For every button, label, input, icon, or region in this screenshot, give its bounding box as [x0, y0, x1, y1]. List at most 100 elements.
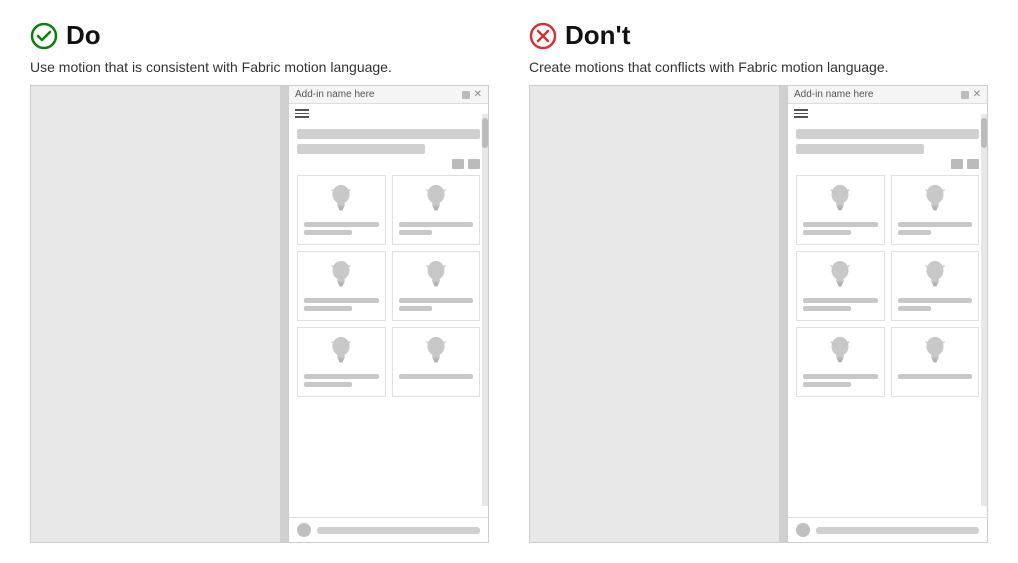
dont-card-2-line-2: [898, 230, 932, 235]
do-icon: [30, 22, 58, 50]
dont-card-1-line-1: [803, 222, 878, 227]
do-bottom-bar: [317, 527, 480, 534]
dont-card-5-line-2: [803, 382, 851, 387]
dont-menu-line-2: [794, 113, 808, 115]
do-card-1-line-2: [304, 230, 352, 235]
dont-bulb-icon-5: [826, 334, 854, 370]
dont-content-bar-2: [796, 144, 924, 154]
do-header: Do: [30, 20, 489, 51]
dont-card-4-lines: [898, 298, 973, 311]
dont-bulb-icon-2: [921, 182, 949, 218]
do-cards-grid: [297, 175, 480, 397]
dont-toolbar-row: [796, 159, 979, 169]
do-taskpane-title: Add-in name here: [295, 89, 375, 100]
dont-menu-line-1: [794, 109, 808, 111]
do-card-3: [297, 251, 386, 321]
do-ctrl-close: ✕: [474, 89, 482, 100]
dont-bulb-icon-1: [826, 182, 854, 218]
do-card-5-lines: [304, 374, 379, 387]
do-card-3-lines: [304, 298, 379, 311]
do-card-5-line-1: [304, 374, 379, 379]
do-card-1-lines: [304, 222, 379, 235]
dont-card-4-line-1: [898, 298, 973, 303]
dont-taskpane-scroll-thumb: [981, 118, 987, 148]
do-card-4-line-2: [399, 306, 433, 311]
do-bulb-icon-5: [327, 334, 355, 370]
do-bulb-icon-6: [422, 334, 450, 370]
dont-taskpane-content: [788, 123, 987, 518]
do-card-6-lines: [399, 374, 474, 379]
do-toolbar-row: [297, 159, 480, 169]
dont-card-6-line-1: [898, 374, 973, 379]
dont-content-bar-1: [796, 129, 979, 139]
dont-card-1-line-2: [803, 230, 851, 235]
main-panels: Do Use motion that is consistent with Fa…: [30, 20, 988, 543]
do-card-5: [297, 327, 386, 397]
do-card-5-line-2: [304, 382, 352, 387]
dont-card-3-lines: [803, 298, 878, 311]
dont-ctrl-close: ✕: [973, 89, 981, 100]
dont-card-5-line-1: [803, 374, 878, 379]
dont-card-3-line-2: [803, 306, 851, 311]
dont-cards-grid: [796, 175, 979, 397]
do-toolbar-grid-icon: [468, 159, 480, 169]
do-titlebar-controls: ✕: [462, 89, 482, 100]
dont-taskpane-bottom: [788, 517, 987, 542]
dont-bulb-icon-4: [921, 258, 949, 294]
do-taskpane: Add-in name here ✕: [288, 86, 488, 542]
dont-card-5: [796, 327, 885, 397]
dont-taskpane-title: Add-in name here: [794, 89, 874, 100]
dont-mock-window: Add-in name here ✕: [529, 85, 988, 543]
dont-scroll-indicator: [779, 86, 787, 542]
do-menu-line-3: [295, 116, 309, 118]
do-card-2-lines: [399, 222, 474, 235]
do-card-4-line-1: [399, 298, 474, 303]
do-card-4: [392, 251, 481, 321]
do-title: Do: [66, 20, 101, 51]
do-card-2-line-2: [399, 230, 433, 235]
dont-bulb-icon-3: [826, 258, 854, 294]
do-menu-icon: [289, 104, 488, 123]
do-bottom-circle: [297, 523, 311, 537]
do-card-2-line-1: [399, 222, 474, 227]
do-taskpane-scroll-thumb: [482, 118, 488, 148]
do-content-bar-1: [297, 129, 480, 139]
do-main-area: [31, 86, 288, 542]
dont-menu-icon: [788, 104, 987, 123]
dont-toolbar-list-icon: [951, 159, 963, 169]
do-content-bar-2: [297, 144, 425, 154]
do-bulb-icon-3: [327, 258, 355, 294]
do-card-6-line-1: [399, 374, 474, 379]
do-card-4-lines: [399, 298, 474, 311]
dont-main-area: [530, 86, 787, 542]
dont-description: Create motions that conflicts with Fabri…: [529, 59, 988, 75]
dont-card-5-lines: [803, 374, 878, 387]
do-mock-layout: Add-in name here ✕: [31, 86, 488, 542]
dont-card-4-line-2: [898, 306, 932, 311]
do-card-3-line-2: [304, 306, 352, 311]
do-taskpane-scrollbar: [482, 114, 488, 506]
do-menu-line-1: [295, 109, 309, 111]
do-card-6: [392, 327, 481, 397]
do-card-2: [392, 175, 481, 245]
do-ctrl-pin: [462, 91, 470, 99]
dont-ctrl-pin: [961, 91, 969, 99]
dont-card-2: [891, 175, 980, 245]
do-mock-window: Add-in name here ✕: [30, 85, 489, 543]
dont-panel: Don't Create motions that conflicts with…: [529, 20, 988, 543]
dont-card-1: [796, 175, 885, 245]
dont-bottom-bar: [816, 527, 979, 534]
do-card-3-line-1: [304, 298, 379, 303]
do-panel: Do Use motion that is consistent with Fa…: [30, 20, 489, 543]
do-taskpane-bottom: [289, 517, 488, 542]
do-bulb-icon-4: [422, 258, 450, 294]
dont-taskpane: Add-in name here ✕: [787, 86, 987, 542]
dont-card-4: [891, 251, 980, 321]
dont-card-1-lines: [803, 222, 878, 235]
dont-card-3: [796, 251, 885, 321]
dont-title: Don't: [565, 20, 630, 51]
do-bulb-icon-1: [327, 182, 355, 218]
dont-card-2-line-1: [898, 222, 973, 227]
dont-card-2-lines: [898, 222, 973, 235]
do-bulb-icon-2: [422, 182, 450, 218]
